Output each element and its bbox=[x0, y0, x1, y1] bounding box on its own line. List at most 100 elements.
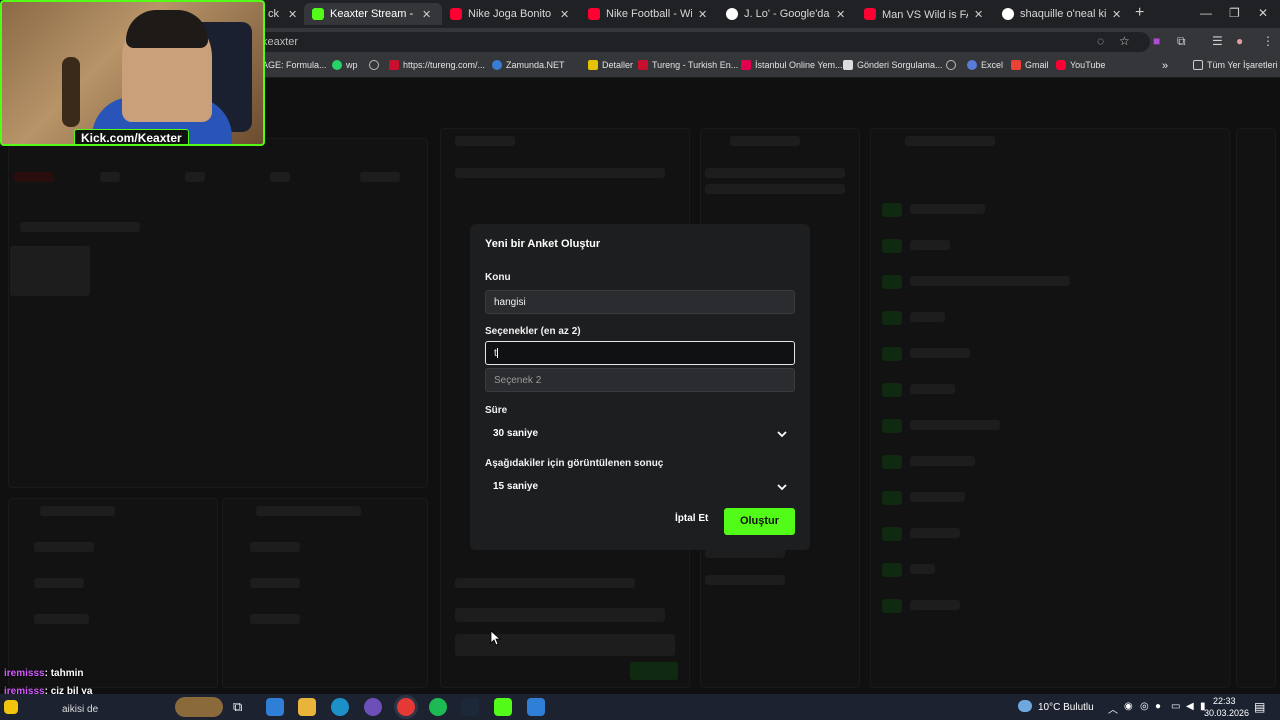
bookmark-label: AGE: Formula... bbox=[262, 60, 327, 70]
restore-icon[interactable]: ❐ bbox=[1229, 6, 1240, 20]
tab-partial[interactable]: ck ✕ bbox=[264, 3, 304, 25]
cancel-button[interactable]: İptal Et bbox=[675, 513, 708, 524]
tab-youtube[interactable]: Nike Joga Bonito - Brazil ✕ bbox=[442, 3, 580, 25]
placeholder bbox=[882, 563, 902, 577]
puzzle-icon[interactable]: ⧉ bbox=[1177, 34, 1186, 49]
globe-icon bbox=[946, 60, 956, 70]
close-icon[interactable]: ✕ bbox=[288, 8, 297, 21]
more-bookmarks-icon[interactable]: » bbox=[1162, 60, 1168, 72]
bookmark-label: İstanbul Online Yem... bbox=[755, 60, 843, 70]
copilot-icon[interactable] bbox=[266, 698, 284, 716]
bookmark-item[interactable]: İstanbul Online Yem... bbox=[741, 60, 843, 70]
close-icon[interactable]: ✕ bbox=[974, 8, 983, 21]
channel-label: Kick.com/Keaxter bbox=[74, 129, 189, 144]
bookmark-label: Gönderi Sorgulama... bbox=[857, 60, 943, 70]
bookmark-item[interactable]: https://tureng.com/... bbox=[389, 60, 485, 70]
tab-youtube[interactable]: Man VS Wild is FAKE 😂😂 ✕ bbox=[856, 3, 994, 25]
chevron-up-icon[interactable]: ︿ bbox=[1108, 701, 1118, 716]
bookmark-item[interactable]: Detaller bbox=[588, 60, 633, 70]
edge-icon[interactable] bbox=[331, 698, 349, 716]
clock-date[interactable]: 30.03.2026 bbox=[1204, 708, 1249, 718]
kick-icon[interactable] bbox=[494, 698, 512, 716]
placeholder bbox=[270, 172, 290, 182]
whatsapp-icon bbox=[332, 60, 342, 70]
microphone-icon[interactable]: ● bbox=[1155, 701, 1161, 712]
bookmark-item[interactable]: Zamunda.NET bbox=[492, 60, 565, 70]
star-icon[interactable]: ☆ bbox=[1119, 34, 1130, 48]
tray-icon[interactable]: ◎ bbox=[1140, 701, 1149, 712]
globe-icon bbox=[967, 60, 977, 70]
address-bar[interactable]: keaxter bbox=[250, 32, 1150, 52]
modal-title: Yeni bir Anket Oluştur bbox=[485, 238, 601, 250]
close-icon[interactable]: ✕ bbox=[422, 8, 431, 21]
widget-thumbnail[interactable] bbox=[175, 697, 223, 717]
close-icon[interactable]: ✕ bbox=[836, 8, 845, 21]
bookmark-item[interactable]: YouTube bbox=[1056, 60, 1105, 70]
tab-youtube[interactable]: Nike Football - Winner Stays ✕ bbox=[580, 3, 718, 25]
create-button[interactable]: Oluştur bbox=[724, 508, 795, 535]
file-explorer-icon[interactable] bbox=[298, 698, 316, 716]
tab-google[interactable]: shaquille o'neal kilo - Goo ✕ bbox=[994, 3, 1132, 25]
chat-partial-text: aikisi de bbox=[62, 704, 99, 715]
placeholder bbox=[34, 578, 84, 588]
bookmark-label: Excel bbox=[981, 60, 1004, 70]
kick-icon bbox=[312, 8, 324, 20]
app-icon[interactable] bbox=[364, 698, 382, 716]
chat-message: : tahmin bbox=[44, 668, 84, 679]
tab-title: Man VS Wild is FAKE 😂😂 bbox=[882, 8, 968, 21]
mouse-cursor-icon bbox=[490, 630, 502, 646]
all-bookmarks[interactable]: Tüm Yer İşaretleri bbox=[1193, 60, 1278, 70]
placeholder bbox=[910, 204, 985, 214]
notifications-icon[interactable]: ▤ bbox=[1254, 700, 1265, 714]
tab-google[interactable]: J. Lo' - Google'da Ara ✕ bbox=[718, 3, 856, 25]
eye-off-icon[interactable]: ◌ bbox=[1097, 34, 1104, 48]
extension-icon[interactable]: ■ bbox=[1153, 34, 1160, 48]
bookmark-item[interactable]: Excel bbox=[967, 60, 1003, 70]
placeholder bbox=[10, 246, 90, 296]
gmail-icon bbox=[1011, 60, 1021, 70]
clock-time[interactable]: 22:33 bbox=[1213, 696, 1236, 706]
topic-input[interactable]: hangisi bbox=[485, 290, 795, 314]
bookmark-item[interactable] bbox=[369, 60, 379, 70]
result-duration-select[interactable]: 15 saniye bbox=[485, 475, 795, 499]
new-tab-icon[interactable]: + bbox=[1135, 4, 1144, 22]
bookmark-item[interactable]: wp bbox=[332, 60, 358, 70]
close-icon[interactable]: ✕ bbox=[1112, 8, 1121, 21]
bookmark-label: Zamunda.NET bbox=[506, 60, 565, 70]
app-icon[interactable] bbox=[527, 698, 545, 716]
placeholder bbox=[882, 527, 902, 541]
close-window-icon[interactable]: ✕ bbox=[1258, 6, 1268, 20]
tab-title: ck bbox=[268, 8, 279, 20]
bookmark-item[interactable]: AGE: Formula... bbox=[262, 60, 327, 70]
placeholder bbox=[882, 419, 902, 433]
bookmark-label: wp bbox=[346, 60, 358, 70]
task-view-icon[interactable]: ⧉ bbox=[233, 699, 242, 715]
zamunda-icon bbox=[492, 60, 502, 70]
network-icon[interactable]: ▭ bbox=[1171, 701, 1180, 712]
bookmark-item[interactable]: Gönderi Sorgulama... bbox=[843, 60, 943, 70]
hair-shape bbox=[126, 10, 208, 48]
close-icon[interactable]: ✕ bbox=[560, 8, 569, 21]
option-1-input[interactable]: t bbox=[485, 341, 795, 365]
placeholder bbox=[360, 172, 400, 182]
tab-search-icon[interactable]: ☰ bbox=[1212, 34, 1223, 48]
volume-icon[interactable]: ◀ bbox=[1186, 701, 1194, 712]
chrome-icon[interactable] bbox=[397, 698, 415, 716]
bookmark-item[interactable]: Gmail bbox=[1011, 60, 1049, 70]
mod-actions-panel bbox=[222, 498, 428, 688]
spotify-icon[interactable] bbox=[429, 698, 447, 716]
minimize-icon[interactable]: — bbox=[1200, 6, 1212, 20]
option-2-input[interactable]: Seçenek 2 bbox=[485, 368, 795, 392]
close-icon[interactable]: ✕ bbox=[698, 8, 707, 21]
steam-icon[interactable] bbox=[461, 698, 479, 716]
profile-icon[interactable]: ● bbox=[1236, 34, 1243, 48]
bookmark-item[interactable]: Tureng - Turkish En... bbox=[638, 60, 738, 70]
tray-icon[interactable]: ◉ bbox=[1124, 701, 1133, 712]
placeholder bbox=[630, 662, 678, 680]
weather-widget-icon[interactable] bbox=[4, 700, 18, 714]
duration-select[interactable]: 30 saniye bbox=[485, 422, 795, 446]
menu-icon[interactable]: ⋮ bbox=[1262, 34, 1274, 48]
bookmark-item[interactable] bbox=[946, 60, 956, 70]
tab-kick-dashboard[interactable]: Keaxter Stream - Kick Dash ✕ bbox=[304, 3, 442, 25]
weather-text[interactable]: 10°C Bulutlu bbox=[1038, 702, 1094, 713]
